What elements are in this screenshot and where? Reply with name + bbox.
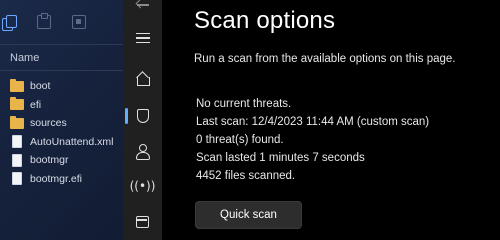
page-description: Run a scan from the available options on… xyxy=(194,53,456,65)
quick-scan-button[interactable]: Quick scan xyxy=(195,201,302,229)
window-icon xyxy=(136,216,149,228)
nav-virus-protection[interactable] xyxy=(123,101,162,131)
item-label: boot xyxy=(30,80,51,93)
menu-button[interactable] xyxy=(123,23,162,53)
file-explorer-window: Name boot efi sources AutoUnattend.xml b… xyxy=(0,0,123,240)
files-scanned: 4452 files scanned. xyxy=(196,170,296,182)
scan-duration: Scan lasted 1 minutes 7 seconds xyxy=(196,152,365,164)
paste-icon[interactable] xyxy=(37,13,51,29)
folder-icon xyxy=(10,78,24,92)
list-item[interactable]: bootmgr.efi xyxy=(10,170,123,189)
file-icon xyxy=(12,153,22,167)
page-title: Scan options xyxy=(194,7,336,34)
column-header-divider xyxy=(0,70,123,71)
item-label: AutoUnattend.xml xyxy=(30,135,114,148)
list-item[interactable]: sources xyxy=(10,114,123,133)
nav-rail: ((•)) xyxy=(123,0,162,240)
folder-icon xyxy=(10,115,24,129)
nav-home[interactable] xyxy=(123,63,162,93)
back-icon xyxy=(136,0,150,12)
last-scan: Last scan: 12/4/2023 11:44 AM (custom sc… xyxy=(196,116,430,128)
explorer-toolbar xyxy=(0,0,123,44)
item-label: efi xyxy=(30,98,42,111)
person-icon xyxy=(136,144,150,160)
list-item[interactable]: AutoUnattend.xml xyxy=(10,133,123,152)
file-icon xyxy=(12,135,22,149)
list-item[interactable]: efi xyxy=(10,96,123,115)
hamburger-icon xyxy=(135,33,150,43)
list-item[interactable]: boot xyxy=(10,77,123,96)
wifi-icon: ((•)) xyxy=(129,179,156,193)
file-list: boot efi sources AutoUnattend.xml bootmg… xyxy=(10,77,123,188)
nav-account-protection[interactable] xyxy=(123,136,162,166)
item-label: bootmgr.efi xyxy=(30,172,82,185)
scan-status: No current threats. Last scan: 12/4/2023… xyxy=(196,95,429,185)
rename-icon[interactable] xyxy=(72,15,86,29)
file-icon xyxy=(12,172,22,186)
column-header-name[interactable]: Name xyxy=(10,52,39,64)
threats-found: 0 threat(s) found. xyxy=(196,134,284,146)
threat-status: No current threats. xyxy=(196,98,292,110)
folder-icon xyxy=(10,97,24,111)
shield-icon xyxy=(136,109,149,123)
item-label: sources xyxy=(30,117,67,130)
home-icon xyxy=(136,72,150,86)
main-content: Scan options Run a scan from the availab… xyxy=(162,0,500,240)
nav-firewall[interactable]: ((•)) xyxy=(123,171,162,201)
list-item[interactable]: bootmgr xyxy=(10,151,123,170)
item-label: bootmgr xyxy=(30,154,69,167)
toolbar-divider xyxy=(0,44,123,45)
nav-app-browser-control[interactable] xyxy=(123,207,162,237)
back-button[interactable] xyxy=(123,0,162,20)
copy-icon[interactable] xyxy=(2,15,17,31)
